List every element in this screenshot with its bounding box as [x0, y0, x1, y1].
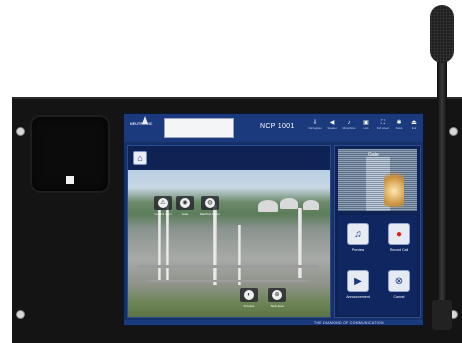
toolbar-button-speaker[interactable]: ◀ Speaker	[325, 119, 339, 131]
toolbar-label: Full screen	[376, 127, 390, 130]
storage-tank	[280, 198, 298, 209]
camera-image-light	[384, 167, 404, 207]
microphone-base	[432, 300, 452, 330]
preview-button[interactable]: ♫	[347, 223, 369, 245]
zoom-icon: ⊕	[272, 290, 282, 300]
cancel-icon: ⊗	[394, 276, 404, 287]
site-map-panel: ⌂ ⚠ Control room ◉ Gate ◍ Machine Room ◐	[127, 145, 331, 318]
storage-tank	[303, 200, 319, 210]
audio-icon: ◐	[244, 290, 254, 300]
alarm-icon: ⚠	[158, 198, 168, 208]
pipeline	[138, 265, 318, 268]
exit-icon: ⏏	[411, 120, 417, 126]
camera-feed[interactable]: Gate	[338, 149, 417, 211]
status-led	[66, 176, 74, 184]
storage-tank	[258, 200, 278, 212]
toolbar-button-fullscreen[interactable]: ⛶ Full screen	[376, 119, 390, 131]
speaker-icon: ◍	[205, 198, 215, 208]
toolbar-label: Exit	[411, 127, 417, 130]
hotspot-label: Machine Room	[199, 212, 221, 216]
hotspot-label: Process	[243, 304, 255, 308]
toolbar-button-setup[interactable]: ✱ Setup	[392, 119, 406, 131]
toolbar-label: Call register	[308, 127, 322, 130]
toolbar-button-lock[interactable]: ▣ Lock	[359, 119, 373, 131]
toolbar-label: Speaker	[327, 127, 337, 130]
chimney	[238, 225, 241, 285]
action-label: Record Call	[389, 248, 409, 252]
home-icon: ⌂	[137, 153, 143, 163]
camera-icon: ◉	[180, 198, 190, 208]
screw	[16, 127, 25, 136]
toolbar-button-call-register[interactable]: ⇩ Call register	[308, 119, 322, 131]
camera-label: Gate	[368, 152, 379, 158]
toolbar-button-exit[interactable]: ⏏ Exit	[407, 119, 421, 131]
toolbar-label: Microphone	[342, 127, 356, 130]
microphone-head	[430, 5, 454, 63]
toolbar-label: Setup	[395, 127, 403, 130]
lock-icon: ▣	[363, 120, 369, 126]
toolbar-button-microphone[interactable]: ♪ Microphone	[342, 119, 356, 131]
hotspot-machine-room[interactable]: ◍	[201, 196, 219, 210]
screw	[16, 310, 25, 319]
gooseneck	[437, 60, 447, 320]
record-icon: ●	[395, 229, 403, 240]
action-label: Announcement	[346, 295, 370, 299]
toolbar-label: Lock	[363, 127, 369, 130]
screw	[449, 127, 458, 136]
music-icon: ♫	[354, 229, 362, 240]
cancel-button[interactable]: ⊗	[388, 270, 410, 292]
status-display	[164, 118, 234, 138]
hotspot-tank-area[interactable]: ⊕	[268, 288, 286, 302]
mic-icon: ♪	[347, 120, 351, 126]
brand-logo-text: NEUTRONIC	[130, 122, 153, 126]
hotspot-control-room[interactable]: ⚠	[154, 196, 172, 210]
action-label: Preview	[351, 248, 365, 252]
announcement-button[interactable]: ▶	[347, 270, 369, 292]
hotspot-gate[interactable]: ◉	[176, 196, 194, 210]
touch-screen: NEUTRONIC NCP 1001 ⇩ Call register ◀ Spe…	[123, 113, 424, 326]
play-icon: ▶	[354, 276, 362, 287]
footer-tagline: THE DIAMOND OF COMMUNICATION	[314, 321, 384, 325]
action-label: Cancel	[393, 295, 405, 299]
pipeline	[148, 280, 308, 282]
hotspot-label: Tank area	[270, 304, 284, 308]
record-call-button[interactable]: ●	[388, 223, 410, 245]
hotspot-process[interactable]: ◐	[240, 288, 258, 302]
chimney	[213, 205, 217, 285]
home-button[interactable]: ⌂	[133, 151, 147, 165]
chimney	[158, 210, 161, 280]
volume-icon: ◀	[329, 120, 335, 126]
device-title: NCP 1001	[260, 123, 295, 130]
fullscreen-icon: ⛶	[380, 120, 386, 126]
top-bar: NEUTRONIC NCP 1001 ⇩ Call register ◀ Spe…	[124, 114, 423, 142]
settings-icon: ✱	[396, 120, 402, 126]
refinery-photo	[128, 170, 330, 317]
incall-icon: ⇩	[312, 120, 318, 126]
control-panel: Gate ♫ Preview ● Record Call ▶ Announcem…	[334, 145, 421, 318]
